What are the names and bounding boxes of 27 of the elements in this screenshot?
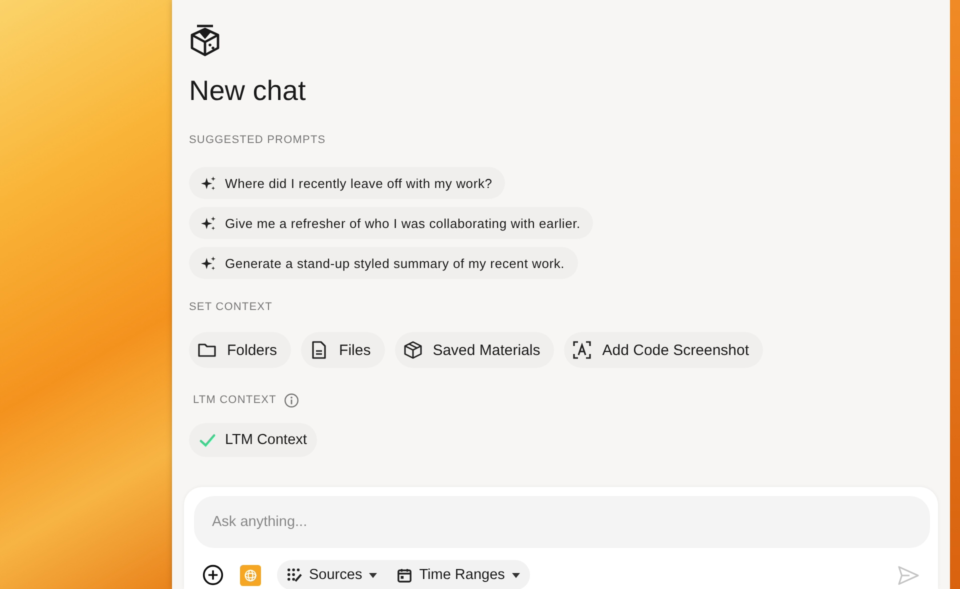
info-icon[interactable] [284,393,300,408]
caret-icon [369,572,378,578]
section-heading: SET CONTEXT [189,301,272,314]
calendar-icon [397,568,412,582]
sparkle-icon [201,216,216,230]
suggested-prompt[interactable]: Where did I recently leave off with my work? [189,167,506,199]
filter-dropdown[interactable]: Time Ranges [387,560,530,589]
message-input[interactable]: Ask anything... [194,496,930,548]
add-icon[interactable] [202,564,224,586]
context-button[interactable]: Folders [189,332,292,368]
suggested-prompt[interactable]: Give me a refresher of who I was collaborating with earlier. [189,207,594,239]
sparkle-icon [201,176,216,190]
section-heading: SUGGESTED PROMPTS [189,134,326,147]
suggested-prompt[interactable]: Generate a stand-up styled summary of my recent work. [189,247,578,279]
screenshot-text-icon [572,340,592,360]
section-heading: LTM CONTEXT [193,394,276,407]
chat-title: New chat [189,74,306,108]
ltm-context-toggle[interactable]: LTM Context [189,423,317,457]
caret-icon [512,572,520,578]
context-button[interactable]: Saved Materials [394,332,554,368]
box-logo-icon [189,24,221,58]
package-icon [402,340,423,360]
context-button[interactable]: Add Code Screenshot [564,332,764,368]
context-button[interactable]: Files [301,332,385,368]
sparkle-icon [201,256,216,270]
filter-dropdown[interactable]: Sources [277,560,388,589]
dots-grid-icon [287,568,302,582]
